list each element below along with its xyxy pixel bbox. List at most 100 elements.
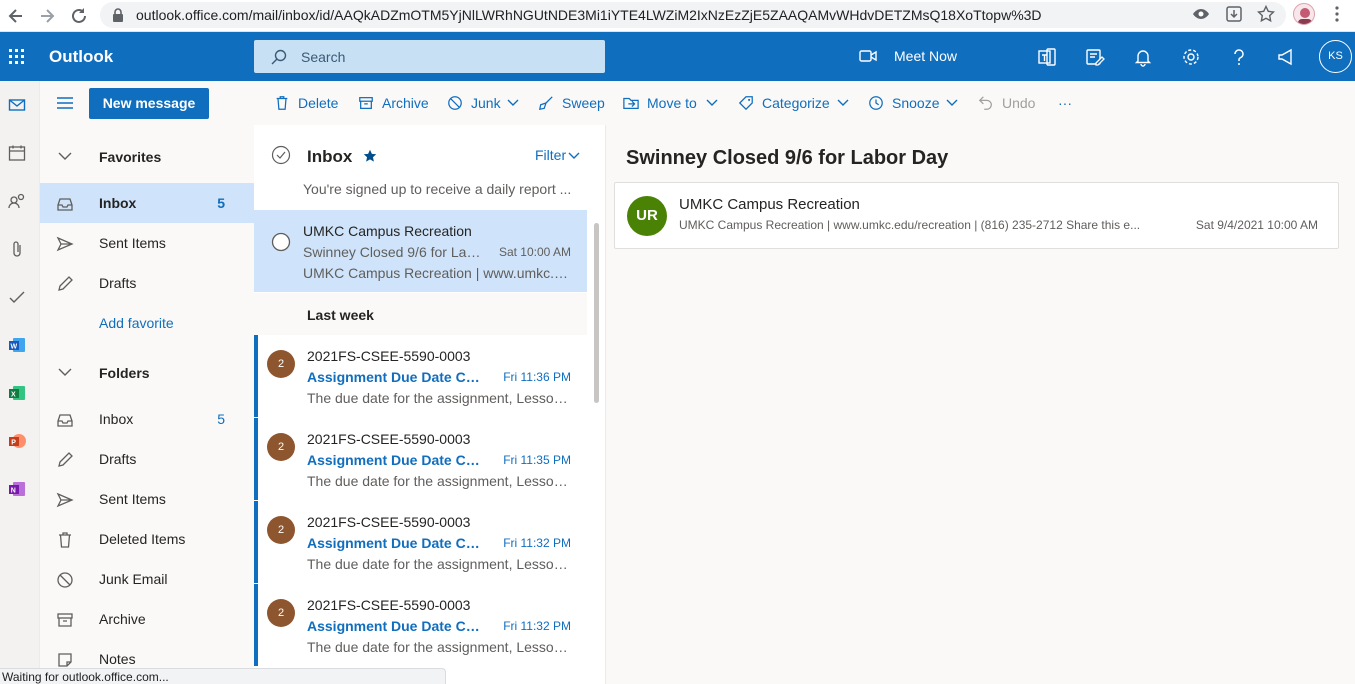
clock-icon xyxy=(868,95,884,111)
folder-item-label: Junk Email xyxy=(99,571,168,587)
reload-icon[interactable] xyxy=(69,6,89,26)
message-time: Sat 10:00 AM xyxy=(498,245,571,259)
extension-eye-icon[interactable] xyxy=(1192,5,1210,23)
select-all-check-icon[interactable] xyxy=(271,145,291,165)
list-item[interactable]: You're signed up to receive a daily repo… xyxy=(254,181,587,205)
user-avatar[interactable]: KS xyxy=(1319,40,1352,73)
download-icon[interactable] xyxy=(1225,5,1243,23)
hamburger-icon[interactable] xyxy=(57,97,73,109)
profile-avatar[interactable] xyxy=(1293,3,1315,25)
word-icon[interactable]: W xyxy=(8,336,26,354)
sweep-button[interactable]: Sweep xyxy=(538,95,608,115)
calendar-icon[interactable] xyxy=(8,144,26,162)
junk-button[interactable]: Junk xyxy=(447,95,521,115)
move-to-button[interactable]: Move to xyxy=(623,95,719,115)
undo-icon xyxy=(978,95,994,111)
bookmark-star-icon[interactable] xyxy=(1257,5,1275,23)
list-item[interactable]: 2 2021FS-CSEE-5590-0003 Assignment Due D… xyxy=(254,584,587,666)
folders-header[interactable]: Folders xyxy=(40,353,254,393)
delete-label: Delete xyxy=(298,95,339,111)
search-placeholder: Search xyxy=(301,49,346,65)
whats-new-icon[interactable] xyxy=(1085,47,1105,67)
message-time: Fri 11:36 PM xyxy=(503,370,571,384)
favorite-item-label: Sent Items xyxy=(99,235,166,251)
message-time: Fri 11:32 PM xyxy=(503,619,571,633)
todo-check-icon[interactable] xyxy=(8,288,26,306)
attachment-icon[interactable] xyxy=(8,240,26,258)
mail-icon[interactable] xyxy=(8,96,26,114)
inbox-icon xyxy=(56,195,74,213)
favorite-star-icon[interactable] xyxy=(363,149,377,163)
message-list-header: Inbox Filter xyxy=(254,125,594,181)
list-item[interactable]: 2 2021FS-CSEE-5590-0003 Assignment Due D… xyxy=(254,335,587,417)
sender-name: UMKC Campus Recreation xyxy=(679,196,860,213)
powerpoint-icon[interactable]: P xyxy=(8,432,26,450)
junk-label: Junk xyxy=(471,95,501,111)
message-card[interactable]: UR UMKC Campus Recreation UMKC Campus Re… xyxy=(614,182,1339,249)
app-launcher-icon[interactable] xyxy=(9,49,25,65)
pencil-icon xyxy=(56,451,74,469)
folder-item-drafts[interactable]: Drafts xyxy=(40,439,254,479)
lock-icon xyxy=(112,8,124,22)
snooze-button[interactable]: Snooze xyxy=(868,95,960,115)
message-sender: 2021FS-CSEE-5590-0003 xyxy=(307,431,471,447)
favorites-header[interactable]: Favorites xyxy=(40,137,254,177)
folder-item-sent-items[interactable]: Sent Items xyxy=(40,479,254,519)
kebab-menu-icon[interactable] xyxy=(1328,5,1346,23)
select-circle-icon[interactable] xyxy=(271,232,291,252)
search-input[interactable]: Search xyxy=(254,40,605,73)
archive-button[interactable]: Archive xyxy=(358,95,438,115)
message-sender: 2021FS-CSEE-5590-0003 xyxy=(307,348,471,364)
message-sender: 2021FS-CSEE-5590-0003 xyxy=(307,597,471,613)
delete-button[interactable]: Delete xyxy=(274,95,358,115)
message-preview: The due date for the assignment, Lesson3… xyxy=(307,639,575,655)
gear-icon[interactable] xyxy=(1181,47,1201,67)
list-item[interactable]: 2 2021FS-CSEE-5590-0003 Assignment Due D… xyxy=(254,501,587,583)
feedback-megaphone-icon[interactable] xyxy=(1277,47,1297,67)
selected-message[interactable]: UMKC Campus Recreation Swinney Closed 9/… xyxy=(254,210,587,292)
note-icon xyxy=(56,651,74,669)
message-preview: The due date for the assignment, Lesson4… xyxy=(307,473,575,489)
browser-toolbar: outlook.office.com/mail/inbox/id/AAQkADZ… xyxy=(0,0,1355,32)
message-preview: The due date for the assignment, Lesson4… xyxy=(307,390,575,406)
folder-item-archive[interactable]: Archive xyxy=(40,599,254,639)
folder-item-deleted-items[interactable]: Deleted Items xyxy=(40,519,254,559)
more-actions-button[interactable]: ··· xyxy=(1058,95,1082,115)
folder-item-label: Deleted Items xyxy=(99,531,186,547)
message-list-scrollbar[interactable] xyxy=(594,183,599,683)
pencil-icon xyxy=(56,275,74,293)
unread-count: 5 xyxy=(217,195,225,211)
people-icon[interactable] xyxy=(8,192,26,210)
onenote-icon[interactable]: N xyxy=(8,480,26,498)
brand-title[interactable]: Outlook xyxy=(49,47,113,67)
forward-arrow-icon[interactable] xyxy=(37,6,57,26)
thread-count-badge: 2 xyxy=(267,350,295,378)
add-favorite-link[interactable]: Add favorite xyxy=(99,315,174,331)
help-icon[interactable] xyxy=(1229,47,1249,67)
archive-icon xyxy=(358,95,374,111)
message-subject: Assignment Due Date Chan... xyxy=(307,369,485,385)
favorite-item-inbox[interactable]: Inbox 5 xyxy=(40,183,254,223)
undo-button[interactable]: Undo xyxy=(978,95,1046,115)
message-sender: 2021FS-CSEE-5590-0003 xyxy=(307,514,471,530)
favorite-item-sent-items[interactable]: Sent Items xyxy=(40,223,254,263)
new-message-button[interactable]: New message xyxy=(89,88,209,119)
excel-icon[interactable]: X xyxy=(8,384,26,402)
folder-item-junk-email[interactable]: Junk Email xyxy=(40,559,254,599)
favorite-item-drafts[interactable]: Drafts xyxy=(40,263,254,303)
scrollbar-thumb[interactable] xyxy=(594,223,599,403)
svg-text:P: P xyxy=(11,440,16,447)
folder-item-label: Drafts xyxy=(99,451,137,467)
list-item[interactable]: 2 2021FS-CSEE-5590-0003 Assignment Due D… xyxy=(254,418,587,500)
meet-now-label: Meet Now xyxy=(894,48,958,64)
message-subject: Assignment Due Date Chan... xyxy=(307,535,485,551)
broom-icon xyxy=(538,95,554,111)
back-arrow-icon[interactable] xyxy=(6,6,26,26)
bell-icon[interactable] xyxy=(1133,47,1153,67)
categorize-button[interactable]: Categorize xyxy=(738,95,850,115)
reading-pane: Swinney Closed 9/6 for Labor Day UR UMKC… xyxy=(606,125,1355,684)
folder-item-inbox[interactable]: Inbox 5 xyxy=(40,399,254,439)
teams-icon[interactable] xyxy=(1037,47,1057,67)
filter-button[interactable]: Filter xyxy=(535,147,566,163)
address-bar[interactable]: outlook.office.com/mail/inbox/id/AAQkADZ… xyxy=(100,2,1286,28)
